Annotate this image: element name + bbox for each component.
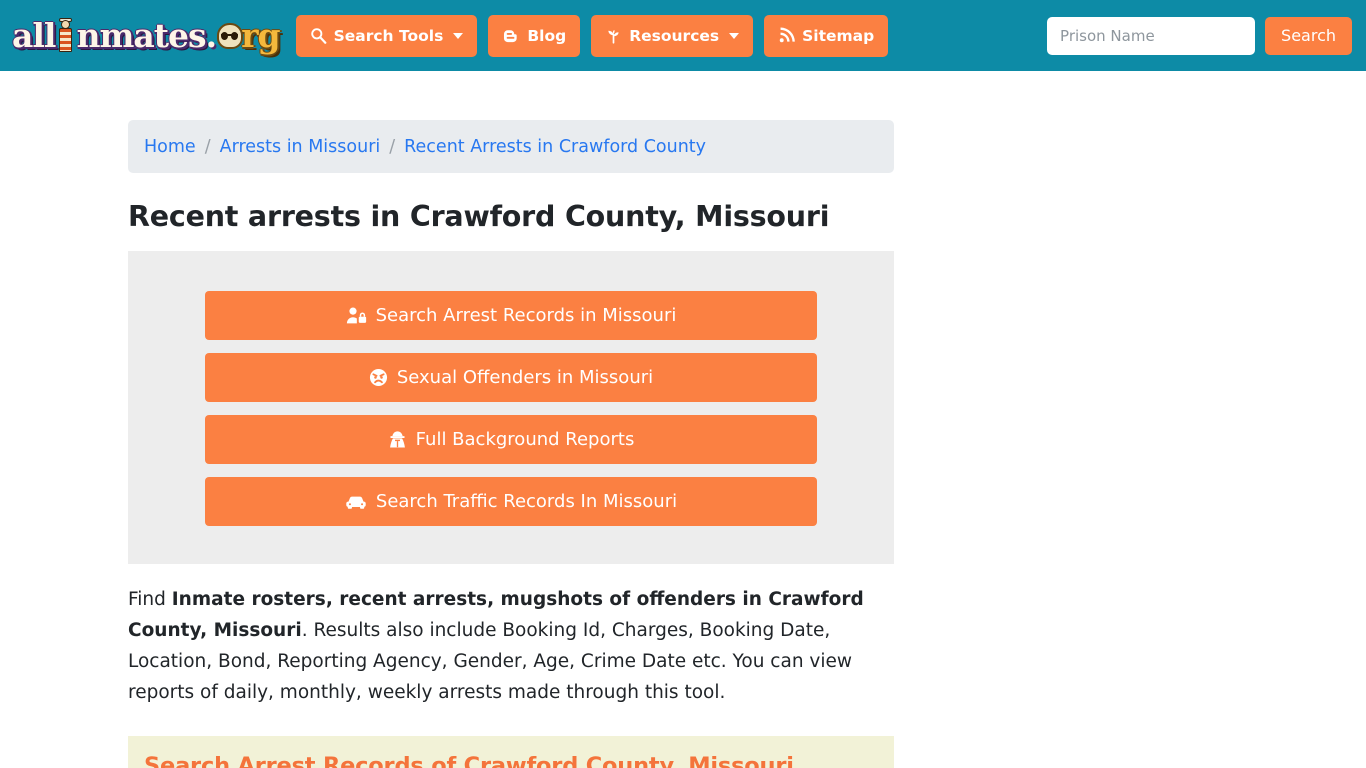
breadcrumb-separator: / xyxy=(204,136,211,157)
search-icon xyxy=(310,27,327,44)
user-secret-icon xyxy=(388,430,407,449)
car-icon xyxy=(345,493,367,511)
section-heading: Search Arrest Records of Crawford County… xyxy=(144,753,794,768)
rss-icon xyxy=(778,27,795,44)
content-container: Home / Arrests in Missouri / Recent Arre… xyxy=(128,120,894,768)
header-search-form: Search xyxy=(1047,16,1352,55)
search-submit-button[interactable]: Search xyxy=(1265,16,1352,55)
blogger-icon xyxy=(502,27,520,45)
angry-face-icon xyxy=(369,368,388,387)
full-background-reports-button[interactable]: Full Background Reports xyxy=(205,415,817,464)
sexual-offenders-button[interactable]: Sexual Offenders in Missouri xyxy=(205,353,817,402)
nav-label: Search Tools xyxy=(333,26,444,45)
prisoner-figure-icon xyxy=(56,17,75,53)
action-label: Search Arrest Records in Missouri xyxy=(375,305,677,326)
intro-paragraph: Find Inmate rosters, recent arrests, mug… xyxy=(128,584,894,708)
breadcrumb: Home / Arrests in Missouri / Recent Arre… xyxy=(128,120,894,173)
chevron-down-icon xyxy=(729,32,740,39)
action-buttons-panel: Search Arrest Records in Missouri Sexual… xyxy=(128,251,894,564)
breadcrumb-item-arrests-in-missouri[interactable]: Arrests in Missouri xyxy=(220,137,381,157)
action-label: Sexual Offenders in Missouri xyxy=(396,367,654,388)
site-logo[interactable]: all nmates . rg xyxy=(12,13,281,59)
site-header: all nmates . rg Search Tools Blog Resour… xyxy=(0,0,1366,71)
page-body: Home / Arrests in Missouri / Recent Arre… xyxy=(0,120,1366,768)
logo-wordmark: all nmates . rg xyxy=(12,16,281,55)
logo-text-rg: rg xyxy=(241,16,280,55)
chevron-down-icon xyxy=(453,32,464,39)
nav-label: Sitemap xyxy=(802,26,875,45)
search-input[interactable] xyxy=(1047,16,1256,55)
nav-blog-button[interactable]: Blog xyxy=(488,14,581,57)
nav-search-tools-button[interactable]: Search Tools xyxy=(295,14,478,57)
nav-sitemap-button[interactable]: Sitemap xyxy=(764,14,889,57)
action-label: Search Traffic Records In Missouri xyxy=(375,491,678,512)
page-title: Recent arrests in Crawford County, Misso… xyxy=(128,200,830,233)
main-navigation: Search Tools Blog Resources Sitemap xyxy=(295,14,889,57)
breadcrumb-separator: / xyxy=(389,136,396,157)
user-lock-icon xyxy=(346,306,367,325)
skull-face-icon xyxy=(217,21,244,51)
logo-text-dot: . xyxy=(205,16,218,55)
nav-label: Blog xyxy=(527,26,567,45)
search-arrest-records-button[interactable]: Search Arrest Records in Missouri xyxy=(205,291,817,340)
breadcrumb-item-home[interactable]: Home xyxy=(144,137,196,157)
logo-text-nmates: nmates xyxy=(76,16,206,55)
seedling-icon xyxy=(605,27,622,45)
nav-label: Resources xyxy=(629,26,720,45)
logo-text-all: all xyxy=(12,16,56,55)
intro-lead: Find xyxy=(128,589,172,610)
action-label: Full Background Reports xyxy=(415,429,635,450)
search-traffic-records-button[interactable]: Search Traffic Records In Missouri xyxy=(205,477,817,526)
breadcrumb-item-recent-arrests-in-crawford-county[interactable]: Recent Arrests in Crawford County xyxy=(404,137,706,157)
search-records-section: Search Arrest Records of Crawford County… xyxy=(128,736,894,768)
nav-resources-button[interactable]: Resources xyxy=(591,14,754,57)
